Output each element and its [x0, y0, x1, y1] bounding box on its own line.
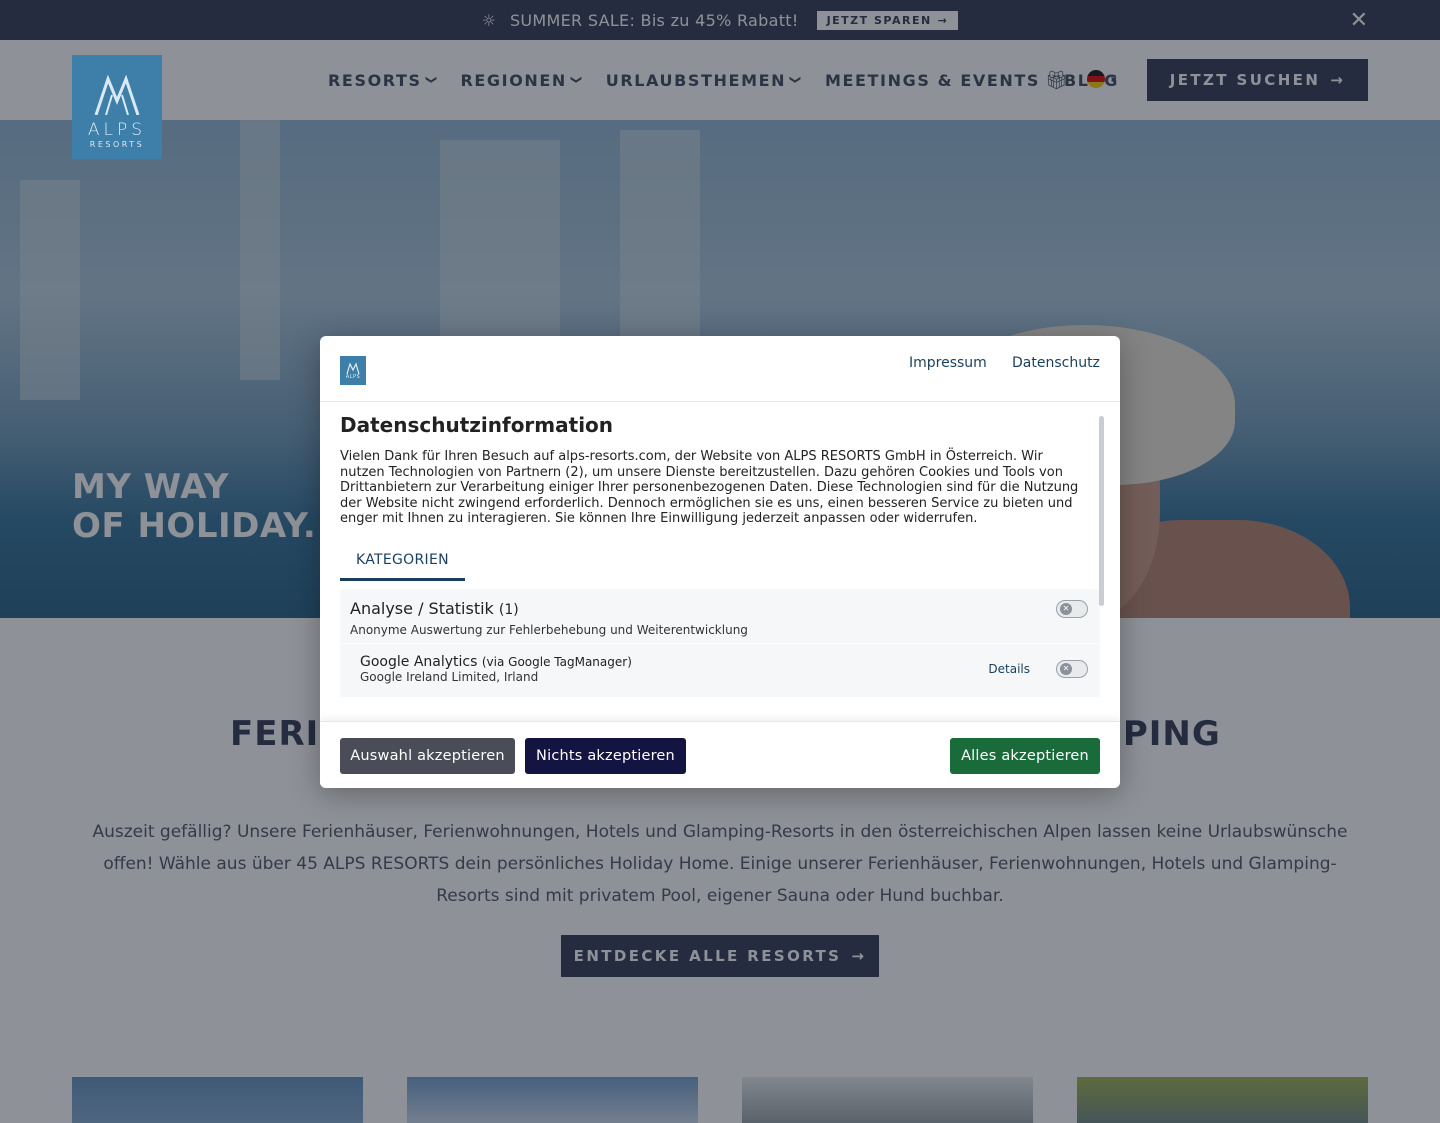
dialog-title: Datenschutzinformation: [340, 413, 614, 437]
category-analytics: Analyse / Statistik (1) Anonyme Auswertu…: [340, 588, 1100, 697]
service-toggle[interactable]: ✕: [1056, 659, 1088, 678]
datenschutz-link[interactable]: Datenschutz: [1012, 355, 1100, 371]
x-icon: ✕: [1060, 602, 1072, 615]
accept-none-button[interactable]: Nichts akzeptieren: [525, 738, 686, 774]
category-count: (1): [498, 601, 519, 618]
service-company: Google Ireland Limited, Irland: [360, 669, 539, 684]
category-description: Anonyme Auswertung zur Fehlerbehebung un…: [350, 622, 748, 637]
scrollbar[interactable]: [1099, 416, 1104, 606]
dialog-footer: Auswahl akzeptieren Nichts akzeptieren A…: [320, 721, 1120, 788]
service-google-analytics: Google Analytics (via Google TagManager)…: [340, 642, 1100, 697]
mountain-logo-icon: [94, 74, 140, 115]
service-name: Google Analytics (via Google TagManager): [360, 654, 1080, 670]
dialog-header: ALPS Impressum Datenschutz: [320, 336, 1120, 402]
alps-resorts-logo: ALPS: [340, 356, 366, 385]
accept-selection-button[interactable]: Auswahl akzeptieren: [340, 738, 515, 774]
dialog-text: Vielen Dank für Ihren Besuch auf alps-re…: [340, 449, 1079, 527]
service-via: (via Google TagManager): [481, 654, 632, 669]
category-title: Analyse / Statistik (1): [350, 599, 1090, 618]
logo-text: ALPS: [87, 120, 147, 140]
x-icon: ✕: [1060, 662, 1072, 675]
impressum-link[interactable]: Impressum: [909, 355, 987, 371]
cookie-consent-dialog: ALPS Impressum Datenschutz Datenschutzin…: [320, 336, 1120, 788]
tab-kategorien[interactable]: KATEGORIEN: [340, 545, 465, 581]
details-link[interactable]: Details: [988, 662, 1030, 676]
category-toggle[interactable]: ✕: [1056, 599, 1088, 618]
accept-all-button[interactable]: Alles akzeptieren: [950, 738, 1100, 774]
tab-bar: KATEGORIEN: [340, 545, 1100, 581]
category-title-text: Analyse / Statistik: [350, 598, 494, 618]
logo-text: ALPS: [345, 373, 361, 380]
mountain-logo-icon: [346, 361, 360, 374]
logo-subtext: RESORTS: [89, 140, 145, 149]
alps-resorts-logo[interactable]: ALPS RESORTS: [72, 55, 162, 159]
dialog-body: Datenschutzinformation Vielen Dank für I…: [320, 403, 1120, 719]
service-name-text: Google Analytics: [360, 653, 478, 670]
